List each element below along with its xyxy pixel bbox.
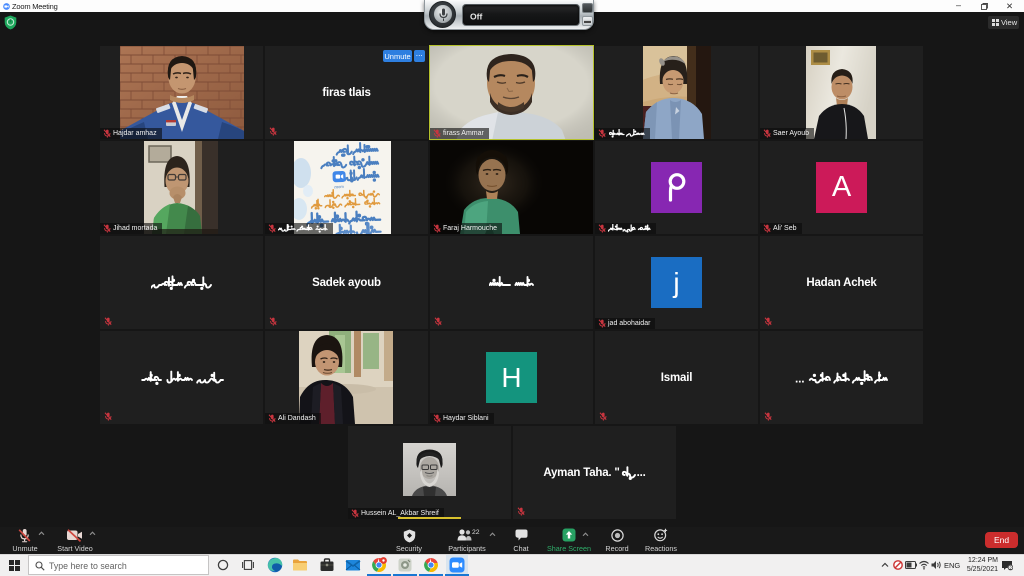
svg-text:...: ... <box>795 371 804 385</box>
svg-text:zoom: zoom <box>334 184 345 189</box>
svg-text:Off: Off <box>470 12 482 22</box>
